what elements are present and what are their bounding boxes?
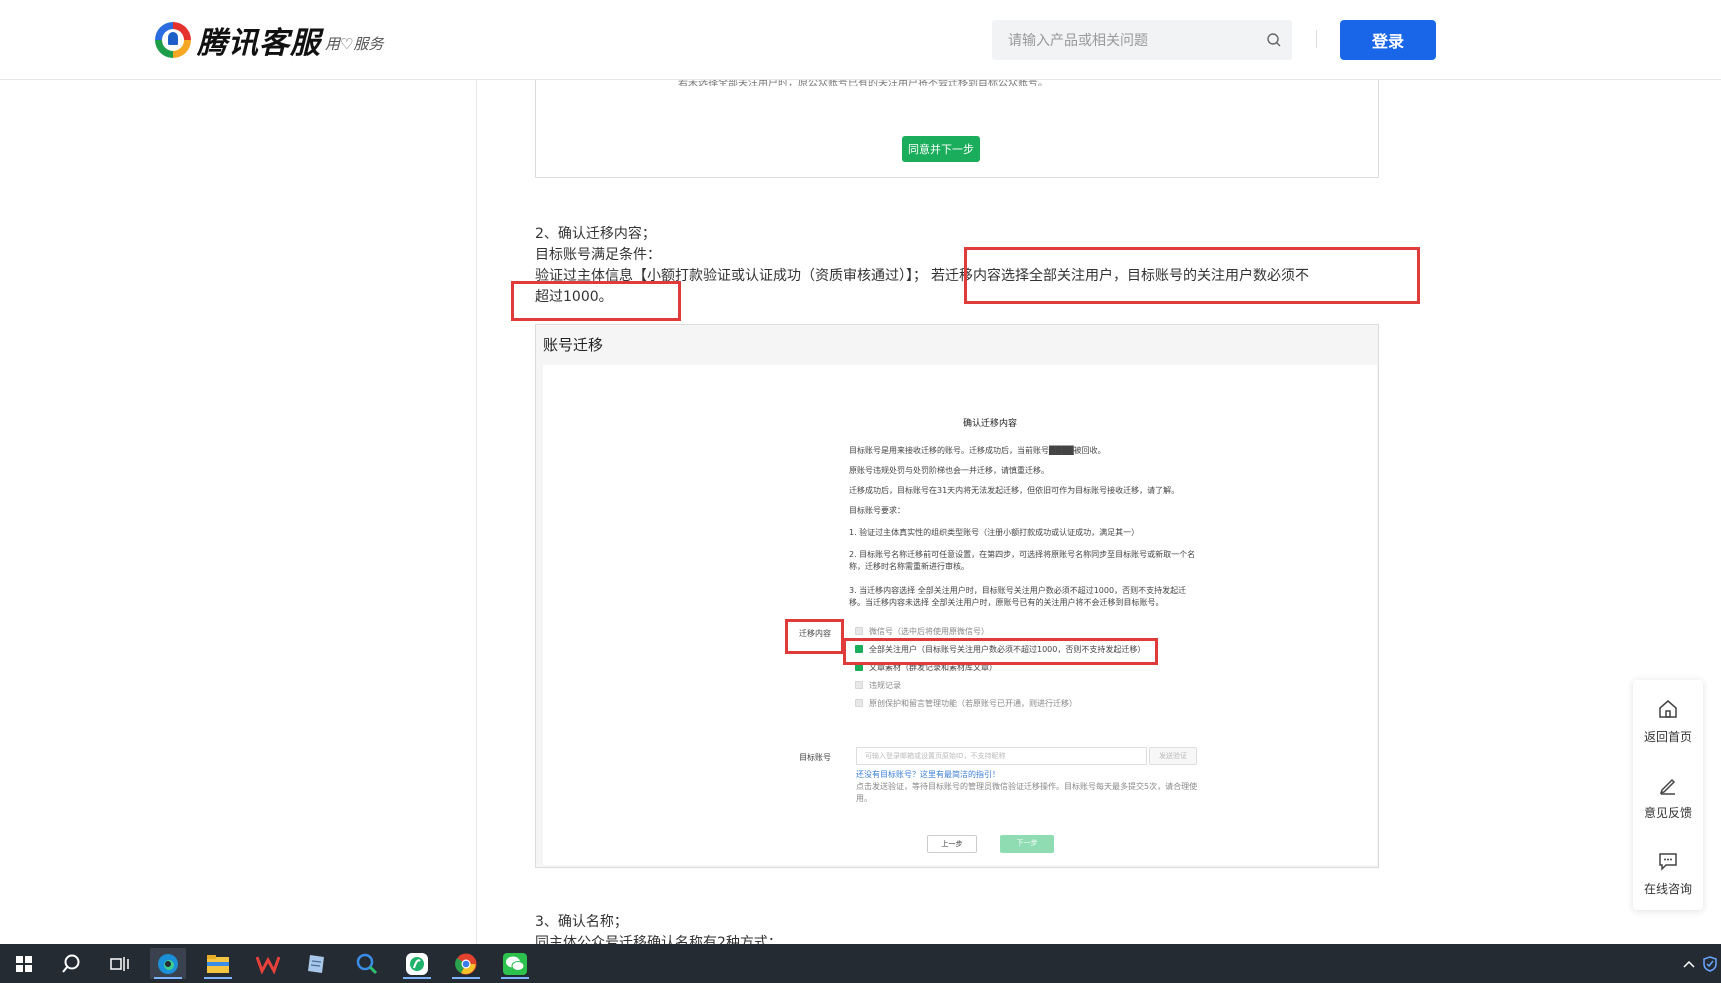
verify-note-a: 点击发送验证，等待目标账号的管理员微信验证迁移操作。目标账号每天最多提交5次，请… bbox=[856, 782, 1198, 791]
next-step-button: 下一步 bbox=[1000, 835, 1054, 853]
back-home-button[interactable]: 返回首页 bbox=[1633, 688, 1703, 758]
requirement-2b: 称，迁移时名称需重新进行审核。 bbox=[849, 562, 969, 571]
tencent-service-logo[interactable]: 腾讯客服 用♡服务 bbox=[155, 20, 384, 61]
requirement-3b: 移。当迁移内容未选择 全部关注用户时，原账号已有的关注用户将不会迁移到目标账号。 bbox=[849, 598, 1164, 607]
migrate-heading: 确认迁移内容 bbox=[963, 419, 1018, 429]
search-icon[interactable] bbox=[1266, 32, 1282, 48]
header-divider bbox=[1316, 30, 1317, 48]
migrate-requirements: 目标账号要求： bbox=[849, 506, 905, 515]
online-consult-button[interactable]: 在线咨询 bbox=[1633, 840, 1703, 910]
highlight-box-migrate-label bbox=[785, 619, 844, 654]
step2-title: 2、确认迁移内容； bbox=[535, 226, 656, 242]
no-target-account-link: 还没有目标账号？这里有最简洁的指引！ bbox=[856, 770, 1000, 779]
option-original: 原创保护和留言管理功能（若原账号已开通，则进行迁移） bbox=[869, 699, 1077, 708]
edge-icon[interactable] bbox=[150, 948, 186, 979]
screenshot-title: 账号迁移 bbox=[543, 336, 604, 354]
search-box[interactable] bbox=[992, 20, 1292, 62]
verify-note-b: 用。 bbox=[856, 794, 872, 803]
chat-bubble-icon bbox=[1659, 853, 1677, 871]
magnifier-app-icon[interactable] bbox=[349, 948, 385, 979]
target-account-input: 可输入登录邮箱或设置页原始ID，不支持昵称 bbox=[856, 747, 1147, 765]
option-wechat-id: 微信号（选中后将使用原微信号） bbox=[869, 627, 989, 636]
tray-expand-icon[interactable] bbox=[1678, 948, 1700, 979]
send-verify-button: 发送验证 bbox=[1149, 747, 1197, 765]
wechat-icon[interactable] bbox=[497, 948, 533, 979]
windows-start-icon[interactable] bbox=[6, 948, 42, 979]
notes-icon[interactable] bbox=[299, 948, 335, 979]
highlight-box-condition bbox=[964, 247, 1420, 304]
option-checkbox-violations bbox=[855, 681, 863, 689]
option-violations: 违规记录 bbox=[869, 681, 901, 690]
online-consult-label: 在线咨询 bbox=[1643, 882, 1692, 896]
option-checkbox-original bbox=[855, 699, 863, 707]
migrate-para-2: 原账号违规处罚与处罚阶梯也会一并迁移，请慎重迁移。 bbox=[849, 466, 1049, 475]
brand-slogan: 用♡服务 bbox=[325, 34, 384, 53]
step1-screenshot-panel: 若未选择全部关注用户时，原公众账号已有的关注用户将不会迁移到目标公众账号。 同意… bbox=[535, 70, 1379, 178]
target-account-label: 目标账号 bbox=[799, 753, 831, 762]
search-input[interactable] bbox=[1006, 20, 1250, 62]
file-explorer-icon[interactable] bbox=[200, 948, 236, 979]
prev-step-button: 上一步 bbox=[927, 835, 977, 853]
screenshot-body: 确认迁移内容 目标账号是用来接收迁移的账号。迁移成功后，当前账号████被回收。… bbox=[543, 365, 1377, 865]
login-button[interactable]: 登录 bbox=[1340, 20, 1436, 60]
account-migration-screenshot: 账号迁移 确认迁移内容 目标账号是用来接收迁移的账号。迁移成功后，当前账号███… bbox=[535, 324, 1379, 868]
brand-name: 腾讯客服 bbox=[197, 26, 321, 61]
step3-title: 3、确认名称； bbox=[535, 914, 628, 930]
migrate-para-3: 迁移成功后，目标账号在31天内将无法发起迁移，但依旧可作为目标账号接收迁移，请了… bbox=[849, 486, 1180, 495]
edit-pencil-icon bbox=[1659, 778, 1676, 795]
requirement-2a: 2. 目标账号名称迁移前可任意设置，在第四步，可选择将原账号名称同步至目标账号或… bbox=[849, 550, 1196, 559]
feedback-label: 意见反馈 bbox=[1643, 806, 1692, 820]
highlight-box-limit bbox=[511, 281, 681, 321]
step2-condition-label: 目标账号满足条件： bbox=[535, 247, 661, 263]
windows-taskbar bbox=[0, 944, 1721, 983]
back-home-label: 返回首页 bbox=[1643, 730, 1692, 744]
requirement-3a: 3. 当迁移内容选择 全部关注用户时，目标账号关注用户数必须不超过1000，否则… bbox=[849, 586, 1187, 595]
floating-service-sidebar: 返回首页 意见反馈 在线咨询 bbox=[1633, 680, 1703, 910]
wps-icon[interactable] bbox=[250, 948, 286, 979]
taskbar-search-icon[interactable] bbox=[53, 948, 89, 979]
requirement-1: 1. 验证过主体真实性的组织类型账号（注册小额打款成功或认证成功，满足其一） bbox=[849, 528, 1140, 537]
green-app-icon[interactable] bbox=[399, 948, 435, 979]
home-icon bbox=[1659, 700, 1677, 718]
option-checkbox-wechat-id bbox=[855, 627, 863, 635]
security-shield-icon[interactable] bbox=[1700, 948, 1720, 979]
migrate-para-1: 目标账号是用来接收迁移的账号。迁移成功后，当前账号████被回收。 bbox=[849, 446, 1106, 455]
feedback-button[interactable]: 意见反馈 bbox=[1633, 764, 1703, 834]
top-navigation-bar: 腾讯客服 用♡服务 登录 bbox=[0, 0, 1721, 80]
highlight-box-followers-option bbox=[843, 638, 1158, 665]
chrome-icon[interactable] bbox=[448, 948, 484, 979]
content-left-border bbox=[476, 79, 477, 944]
task-view-icon[interactable] bbox=[102, 948, 138, 979]
logo-bell-icon bbox=[155, 22, 191, 58]
agree-next-button: 同意并下一步 bbox=[902, 136, 980, 162]
